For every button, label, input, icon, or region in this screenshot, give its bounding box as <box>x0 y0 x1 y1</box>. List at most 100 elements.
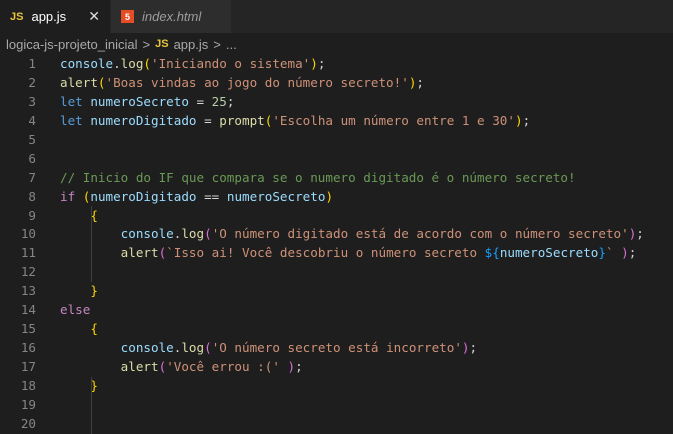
code-token: ; <box>636 226 644 242</box>
line-number: 9 <box>28 207 36 223</box>
code-token: ) <box>325 188 334 204</box>
code-token: 'Você errou :(' <box>166 359 280 374</box>
code-token: 'O número digitado está de acordo com o … <box>211 226 629 242</box>
code-token: console <box>120 340 174 356</box>
line-number: 10 <box>20 226 36 242</box>
code-line[interactable]: 5 <box>0 131 673 150</box>
code-token: ; <box>226 93 235 109</box>
code-text: } <box>36 282 98 301</box>
code-line[interactable]: 7 // Inicio do IF que compara se o numero… <box>0 169 673 188</box>
code-token: let <box>60 112 83 128</box>
indent-guide <box>91 206 92 282</box>
line-number: 15 <box>20 321 36 337</box>
breadcrumb-more[interactable]: ... <box>226 37 237 52</box>
breadcrumb-file[interactable]: app.js <box>174 37 209 52</box>
code-token: 'O número secreto está incorreto' <box>211 340 462 356</box>
code-token: 'Escolha um número entre 1 e 30' <box>272 112 515 128</box>
code-token: numeroDigitado <box>90 112 197 128</box>
code-token: ; <box>295 359 303 374</box>
code-token: } <box>90 283 98 299</box>
code-line[interactable]: 11 alert(`Isso ai! Você descobriu o núme… <box>0 244 673 263</box>
code-line[interactable]: 10 console.log('O número digitado está d… <box>0 225 673 244</box>
code-token: log <box>181 340 205 356</box>
code-line[interactable]: 9 { <box>0 207 673 226</box>
html5-file-icon: 5 <box>121 10 134 23</box>
code-text: { <box>36 207 98 226</box>
chevron-right-icon: > <box>142 36 151 52</box>
code-line[interactable]: 16 console.log('O número secreto está in… <box>0 339 673 358</box>
line-number: 3 <box>28 93 36 109</box>
code-token: ; <box>416 74 424 90</box>
code-text: console.log('Iniciando o sistema'); <box>36 55 325 74</box>
code-token: ) <box>287 359 296 374</box>
code-token: ` <box>605 245 622 261</box>
line-number: 16 <box>20 340 36 356</box>
code-text: { <box>36 320 98 339</box>
line-number: 17 <box>20 359 36 374</box>
line-number: 7 <box>28 169 36 185</box>
line-number: 12 <box>20 264 36 280</box>
code-text: console.log('O número digitado está de a… <box>36 225 644 244</box>
code-editor[interactable]: 1 console.log('Iniciando o sistema'); 2 ale… <box>0 55 673 434</box>
tab-label: app.js <box>31 9 67 24</box>
tab-bar: JS app.js ✕ 5 index.html <box>0 0 673 33</box>
code-token: ( <box>204 340 212 356</box>
code-text: } <box>36 377 98 396</box>
indent-guide <box>91 377 92 434</box>
code-token: alert <box>60 74 98 90</box>
code-line[interactable]: 18 } <box>0 377 673 396</box>
code-line[interactable]: 13 } <box>0 282 673 301</box>
code-token: numeroDigitado <box>90 188 197 204</box>
code-token: if <box>60 188 76 204</box>
code-line[interactable]: 3 let numeroSecreto = 25; <box>0 93 673 112</box>
code-line[interactable]: 6 <box>0 150 673 169</box>
chevron-right-icon: > <box>213 36 221 52</box>
breadcrumb-folder[interactable]: logica-js-projeto_inicial <box>6 37 138 52</box>
code-token: alert <box>120 245 159 261</box>
code-line[interactable]: 17 alert('Você errou :(' ); <box>0 358 673 377</box>
code-token: log <box>120 56 144 71</box>
code-token: ; <box>522 112 531 128</box>
close-icon[interactable]: ✕ <box>88 8 100 25</box>
code-token: ( <box>204 226 212 242</box>
code-token: 25 <box>211 93 227 109</box>
code-line[interactable]: 20 <box>0 415 673 434</box>
code-text: alert(`Isso ai! Você descobriu o número … <box>36 244 637 263</box>
code-line[interactable]: 14 else <box>0 301 673 320</box>
code-line[interactable]: 15 { <box>0 320 673 339</box>
code-token: numeroSecreto <box>499 245 599 261</box>
code-token: ( <box>143 56 152 71</box>
code-text: else <box>36 301 90 320</box>
code-token: numeroSecreto <box>90 93 189 109</box>
line-number: 5 <box>28 131 36 147</box>
code-text: alert('Boas vindas ao jogo do número sec… <box>36 74 424 93</box>
code-line[interactable]: 8 if (numeroDigitado == numeroSecreto) <box>0 188 673 207</box>
line-number: 18 <box>20 377 36 393</box>
code-line[interactable]: 19 <box>0 396 673 415</box>
code-token: ; <box>628 245 637 261</box>
tab-app-js[interactable]: JS app.js ✕ <box>0 0 110 33</box>
code-token: console <box>120 226 174 242</box>
code-text: let numeroDigitado = prompt('Escolha um … <box>36 112 530 131</box>
js-file-icon: JS <box>155 38 169 50</box>
code-token: ) <box>310 56 318 71</box>
line-number: 14 <box>20 302 36 318</box>
code-token: { <box>90 321 98 337</box>
code-line[interactable]: 12 <box>0 263 673 282</box>
code-line[interactable]: 4 let numeroDigitado = prompt('Escolha um… <box>0 112 673 131</box>
code-token: == <box>196 188 227 204</box>
code-token: ${ <box>484 245 500 261</box>
code-token: let <box>60 93 83 109</box>
code-line[interactable]: 1 console.log('Iniciando o sistema'); <box>0 55 673 74</box>
code-text: let numeroSecreto = 25; <box>36 93 234 112</box>
code-line[interactable]: 2 alert('Boas vindas ao jogo do número se… <box>0 74 673 93</box>
tab-index-html[interactable]: 5 index.html <box>110 0 231 33</box>
